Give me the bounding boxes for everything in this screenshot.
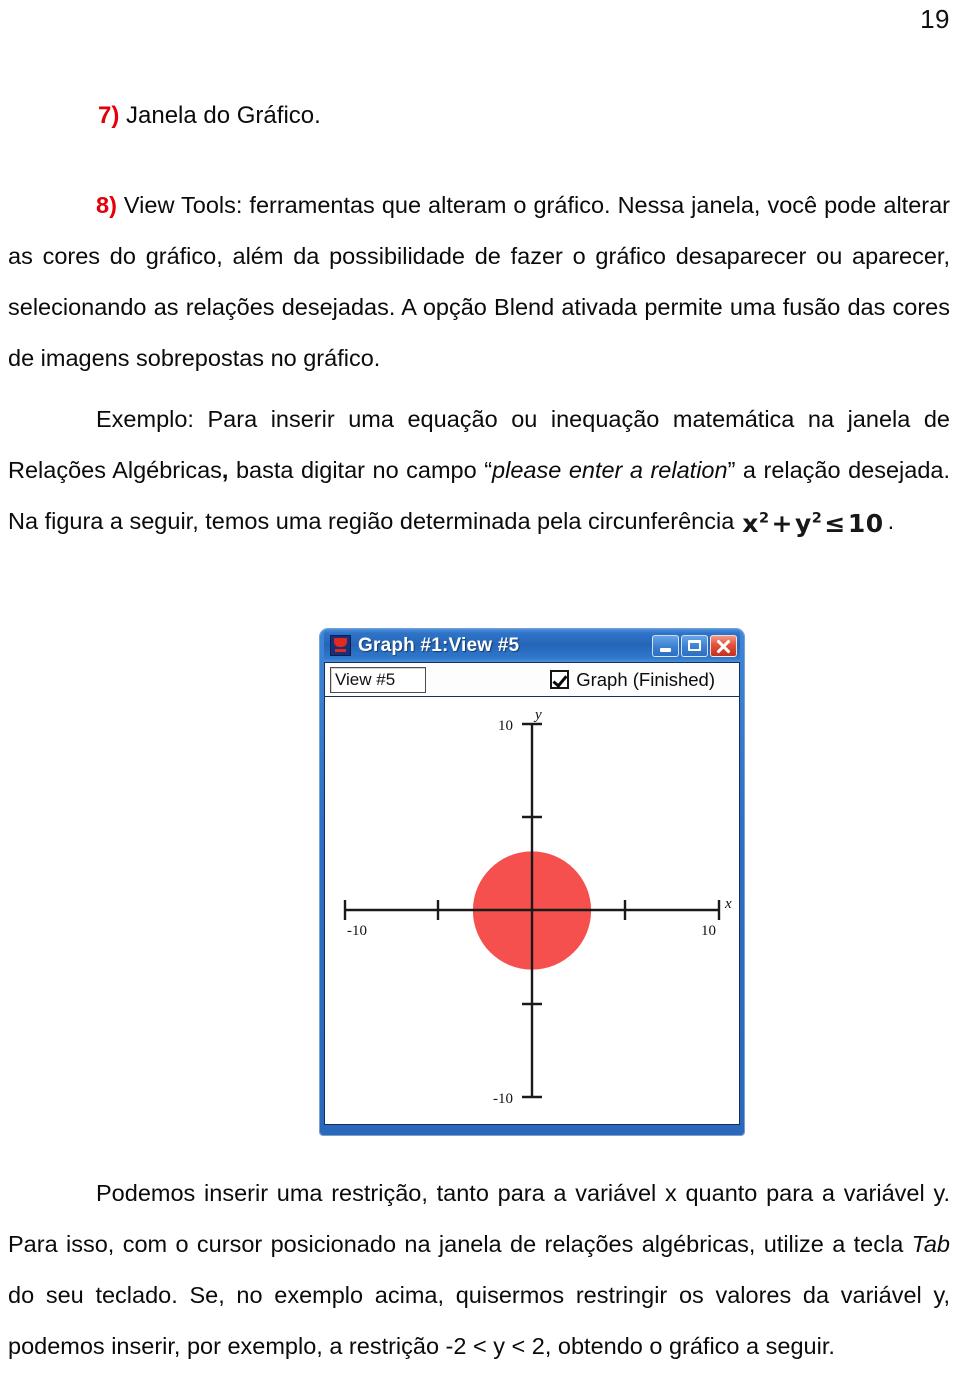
minimize-icon[interactable] [652, 634, 679, 657]
graph-finished-checkbox-group[interactable]: Graph (Finished) [550, 669, 715, 691]
y-axis-name-label: y [533, 707, 542, 723]
window-title: Graph #1:View #5 [358, 634, 520, 656]
list-marker-8: 8) [96, 192, 117, 218]
graph-finished-label: Graph (Finished) [576, 668, 715, 690]
paragraph-example: Exemplo: Para inserir uma equação ou ine… [0, 394, 960, 547]
item-7-text: Janela do Gráfico. [119, 102, 321, 129]
example-period: . [887, 508, 895, 534]
graph-application-window[interactable]: Graph #1:View #5 View #5 Graph (Finished… [320, 629, 744, 1135]
formula-var-x: x [742, 509, 759, 538]
formula-exponent-1: 2 [758, 510, 770, 527]
graph-plot-svg: -10 10 10 -10 x y [343, 707, 732, 1107]
item-8-text: View Tools: ferramentas que alteram o gr… [8, 192, 950, 371]
formula-image: x2+y2≤10 [742, 511, 883, 536]
graph-finished-checkbox[interactable] [550, 670, 570, 689]
example-text-part2: basta digitar no campo “ [228, 457, 493, 483]
closing-text-part2: do seu teclado. Se, no exemplo acima, qu… [8, 1282, 950, 1359]
formula-var-y: y [794, 509, 812, 538]
document-body: 7) Janela do Gráfico. 8) View Tools: fer… [0, 96, 960, 547]
closing-text-part1: Podemos inserir uma restrição, tanto par… [8, 1180, 950, 1257]
x-axis-max-label: 10 [701, 923, 716, 939]
paragraph-closing: Podemos inserir uma restrição, tanto par… [0, 1168, 960, 1372]
formula-relation-operator: ≤ [824, 509, 846, 538]
paragraph-item-7: 7) Janela do Gráfico. [0, 96, 960, 136]
close-icon[interactable] [710, 634, 737, 657]
relation-field-name: please enter a relation [492, 457, 728, 483]
maximize-icon[interactable] [681, 634, 708, 657]
y-axis-max-label: 10 [498, 718, 513, 734]
view-toolbar: View #5 Graph (Finished) [324, 662, 740, 696]
graph-app-icon [330, 635, 351, 656]
key-name-tab: Tab [911, 1231, 950, 1257]
window-controls [652, 634, 737, 657]
x-axis-min-label: -10 [347, 923, 367, 939]
formula-right-hand-side: 10 [847, 509, 884, 538]
page-number: 19 [920, 4, 950, 34]
x-axis-name-label: x [724, 896, 732, 912]
y-axis-min-label: -10 [493, 1091, 513, 1107]
graph-plot-area[interactable]: -10 10 10 -10 x y [324, 696, 740, 1125]
document-body-lower: Podemos inserir uma restrição, tanto par… [0, 1168, 960, 1372]
paragraph-item-8: 8) View Tools: ferramentas que alteram o… [0, 180, 960, 384]
formula-exponent-2: 2 [811, 510, 823, 527]
list-marker-7: 7) [98, 102, 120, 129]
formula-plus: + [771, 509, 793, 538]
window-title-bar[interactable]: Graph #1:View #5 [324, 629, 740, 662]
view-name-input[interactable]: View #5 [330, 666, 426, 693]
